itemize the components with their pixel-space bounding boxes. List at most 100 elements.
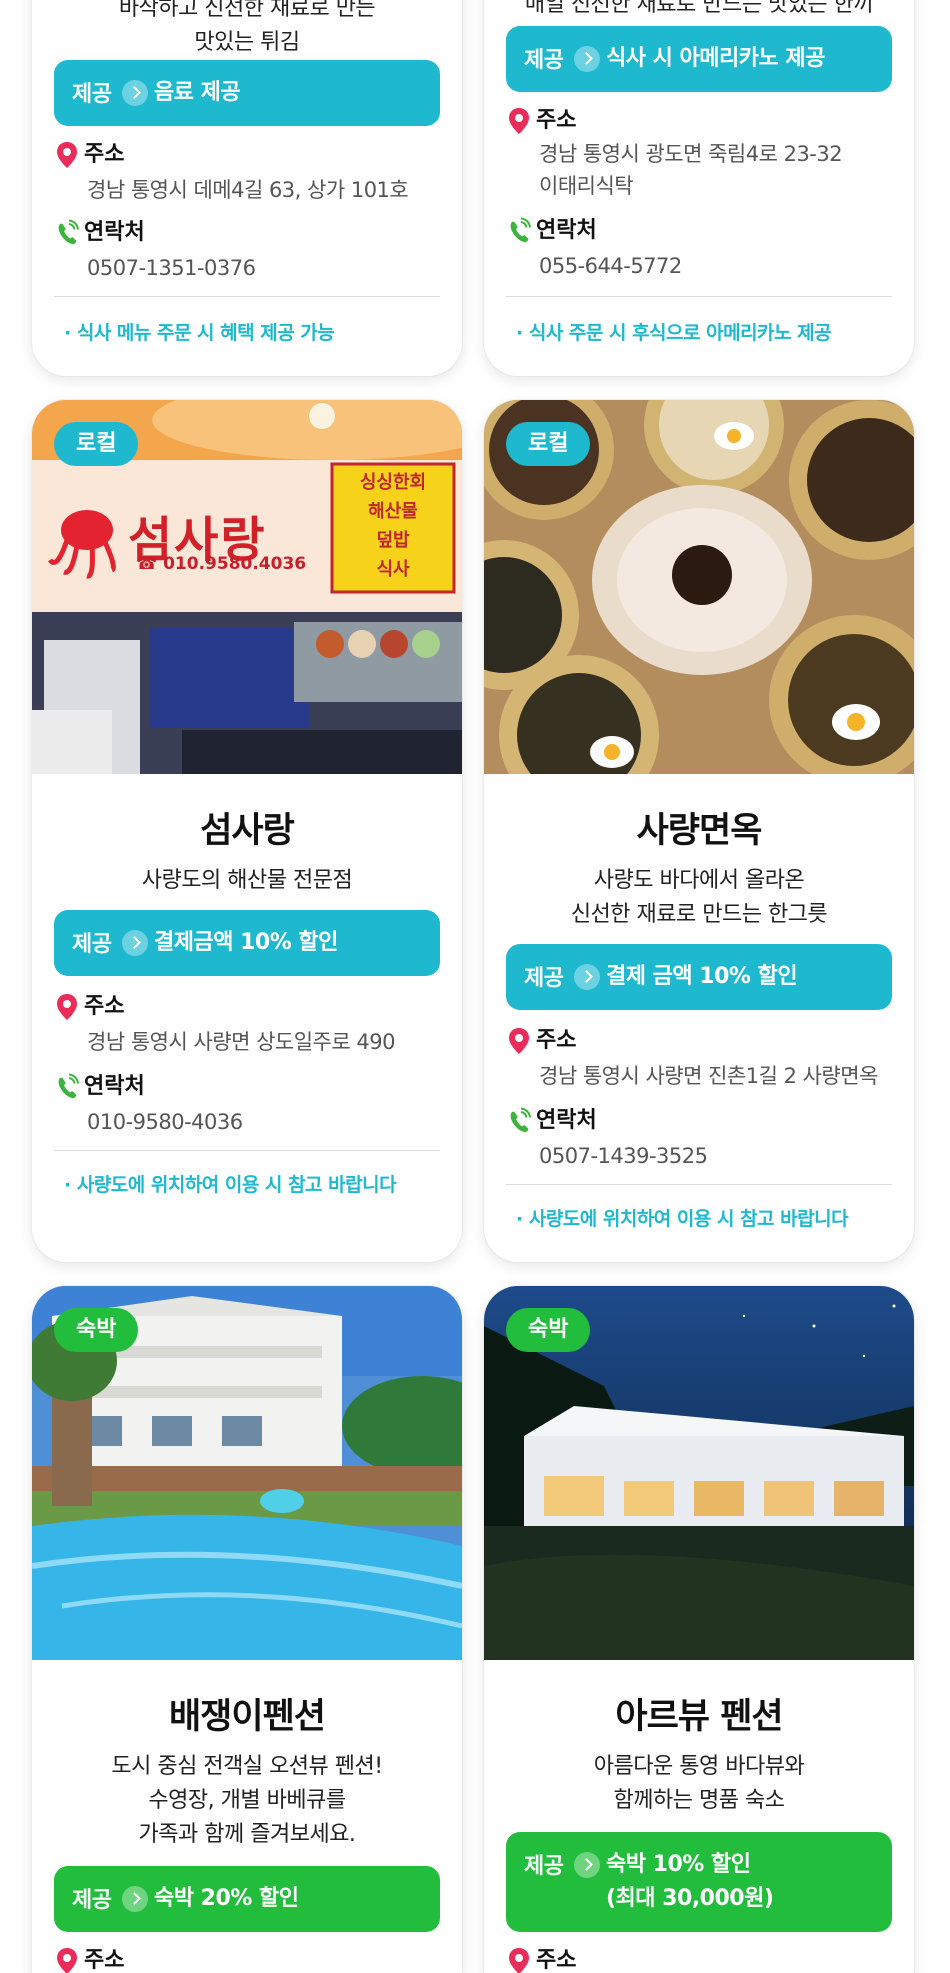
pension-photo: 숙박 [484, 1286, 914, 1660]
location-pin-icon [54, 140, 80, 170]
offer-text: 결제금액 10% 할인 [154, 930, 338, 955]
contact-label: 연락처 [536, 218, 597, 243]
store-name: 사량면옥 [636, 811, 763, 851]
category-badge: 로컬 [54, 422, 139, 466]
location-pin-icon [506, 1026, 532, 1056]
phone-icon [54, 1072, 80, 1102]
contact-heading: 연락처 [54, 1072, 145, 1102]
desc-line: 신선한 재료로 만드는 한그릇 [570, 902, 828, 927]
address-heading: 주소 [54, 992, 124, 1022]
address-heading: 주소 [54, 1946, 124, 1973]
offer-label: 제공 [72, 82, 112, 107]
card-saryang-myeonok[interactable]: 로컬 사량면옥 사량도 바다에서 올라온 신선한 재료로 만드는 한그릇 제공 … [484, 400, 914, 1262]
desc-line: 함께하는 명품 숙소 [613, 1788, 785, 1813]
phone-icon [506, 1106, 532, 1136]
offer-text: 숙박 10% 할인 (최대 30,000원) [606, 1848, 880, 1916]
benefit-note: · 식사 메뉴 주문 시 혜택 제공 가능 [64, 322, 335, 344]
category-badge: 숙박 [54, 1308, 139, 1352]
offer-text: 숙박 20% 할인 [154, 1886, 299, 1911]
offer-banner: 제공 숙박 10% 할인 (최대 30,000원) [506, 1832, 892, 1932]
address-label: 주소 [84, 142, 125, 167]
store-name: 섬사랑 [200, 811, 295, 851]
address-heading: 주소 [506, 106, 576, 136]
address-line: 이태리식탁 [539, 174, 634, 198]
benefit-note: · 사량도에 위치하여 이용 시 참고 바랍니다 [516, 1208, 849, 1230]
contact-heading: 연락처 [506, 1106, 597, 1136]
offer-banner: 제공 음료 제공 [54, 60, 440, 126]
phone-value[interactable]: 055-644-5772 [539, 250, 894, 282]
contact-label: 연락처 [84, 220, 145, 245]
address-heading: 주소 [54, 140, 124, 170]
address-label: 주소 [84, 994, 125, 1019]
offer-banner: 제공 식사 시 아메리카노 제공 [506, 26, 892, 92]
offer-text: 음료 제공 [154, 80, 241, 105]
address-label: 주소 [536, 108, 577, 133]
divider [506, 296, 892, 297]
desc-line: 아름다운 통영 바다뷰와 [593, 1754, 805, 1779]
offer-label: 제공 [524, 48, 564, 73]
phone-icon [506, 216, 532, 246]
address-value: 경남 통영시 사량면 상도일주로 490 [87, 1030, 395, 1054]
card-description: 도시 중심 전객실 오션뷰 펜션! 수영장, 개별 바베큐를 가족과 함께 즐겨… [32, 1750, 462, 1852]
sign-menu-line: 싱싱한회 [359, 472, 427, 493]
address-label: 주소 [536, 1948, 577, 1973]
pension-photo: 숙박 [32, 1286, 462, 1660]
divider [54, 1150, 440, 1151]
desc-line: 가족과 함께 즐겨보세요. [138, 1822, 356, 1847]
contact-heading: 연락처 [54, 218, 145, 248]
offer-label: 제공 [72, 932, 112, 957]
address-line: 경남 통영시 광도면 죽림4로 23-32 [539, 142, 843, 166]
offer-label: 제공 [524, 1854, 564, 1879]
sign-phone-text: ☎ 010.9580.4036 [136, 554, 307, 574]
address-value: 경남 통영시 광도면 죽림4로 23-32 이태리식탁 [539, 138, 894, 202]
address-heading: 주소 [506, 1946, 576, 1973]
offer-text: 식사 시 아메리카노 제공 [606, 46, 825, 71]
chevron-right-icon [574, 1852, 600, 1878]
phone-value[interactable]: 0507-1351-0376 [87, 252, 442, 284]
phone-value[interactable]: 0507-1439-3525 [539, 1140, 894, 1172]
card-description: 바삭하고 신선한 재료로 만든 맛있는 튀김 [32, 0, 462, 60]
desc-line: 사량도의 해산물 전문점 [141, 868, 353, 893]
contact-heading: 연락처 [506, 216, 597, 246]
offer-text: 결제 금액 10% 할인 [606, 964, 798, 989]
address-label: 주소 [536, 1028, 577, 1053]
store-photo: 섬사랑 ☎ 010.9580.4036 싱싱한회 해산물 덮밥 식사 로컬 [32, 400, 462, 774]
address-value: 경남 통영시 사량면 진촌1길 2 사량면옥 [539, 1064, 878, 1088]
card-seomsarang[interactable]: 섬사랑 ☎ 010.9580.4036 싱싱한회 해산물 덮밥 식사 로컬 섬사… [32, 400, 462, 1262]
card-baejaengi-pension[interactable]: 숙박 배쟁이펜션 도시 중심 전객실 오션뷰 펜션! 수영장, 개별 바베큐를 … [32, 1286, 462, 1973]
pension-name: 아르뷰 펜션 [615, 1697, 783, 1737]
offer-line: 숙박 10% 할인 [606, 1852, 751, 1877]
contact-label: 연락처 [536, 1108, 597, 1133]
offer-label: 제공 [524, 966, 564, 991]
card-description: 매일 신선한 재료로 만드는 맛있는 한끼 [484, 0, 914, 22]
chevron-right-icon [574, 46, 600, 72]
category-badge: 숙박 [506, 1308, 591, 1352]
card-italian-table[interactable]: 매일 신선한 재료로 만드는 맛있는 한끼 제공 식사 시 아메리카노 제공 주… [484, 0, 914, 376]
card-arview-pension[interactable]: 숙박 아르뷰 펜션 아름다운 통영 바다뷰와 함께하는 명품 숙소 제공 숙박 … [484, 1286, 914, 1973]
phone-icon [54, 218, 80, 248]
contact-label: 연락처 [84, 1074, 145, 1099]
desc-line: 수영장, 개별 바베큐를 [148, 1788, 346, 1813]
location-pin-icon [54, 1946, 80, 1973]
sign-menu-line: 덮밥 [376, 530, 410, 551]
card-description: 사량도 바다에서 올라온 신선한 재료로 만드는 한그릇 [484, 864, 914, 932]
address-label: 주소 [84, 1948, 125, 1973]
pension-name: 배쟁이펜션 [168, 1697, 326, 1737]
category-badge: 로컬 [506, 422, 591, 466]
offer-banner: 제공 결제금액 10% 할인 [54, 910, 440, 976]
desc-line: 맛있는 튀김 [194, 30, 300, 55]
offer-label: 제공 [72, 1888, 112, 1913]
phone-value[interactable]: 010-9580-4036 [87, 1106, 442, 1138]
card-tempura-shop[interactable]: 바삭하고 신선한 재료로 만든 맛있는 튀김 제공 음료 제공 주소 경남 통영… [32, 0, 462, 376]
divider [54, 296, 440, 297]
desc-line: 매일 신선한 재료로 만드는 맛있는 한끼 [524, 0, 874, 17]
location-pin-icon [506, 1946, 532, 1973]
chevron-right-icon [122, 80, 148, 106]
benefit-note: · 식사 주문 시 후식으로 아메리카노 제공 [516, 322, 832, 344]
card-description: 사량도의 해산물 전문점 [32, 864, 462, 898]
sign-menu-line: 해산물 [368, 501, 418, 522]
desc-line: 도시 중심 전객실 오션뷰 펜션! [111, 1754, 383, 1779]
location-pin-icon [506, 106, 532, 136]
sign-menu-panel: 싱싱한회 해산물 덮밥 식사 [336, 468, 450, 584]
card-description: 아름다운 통영 바다뷰와 함께하는 명품 숙소 [484, 1750, 914, 1818]
